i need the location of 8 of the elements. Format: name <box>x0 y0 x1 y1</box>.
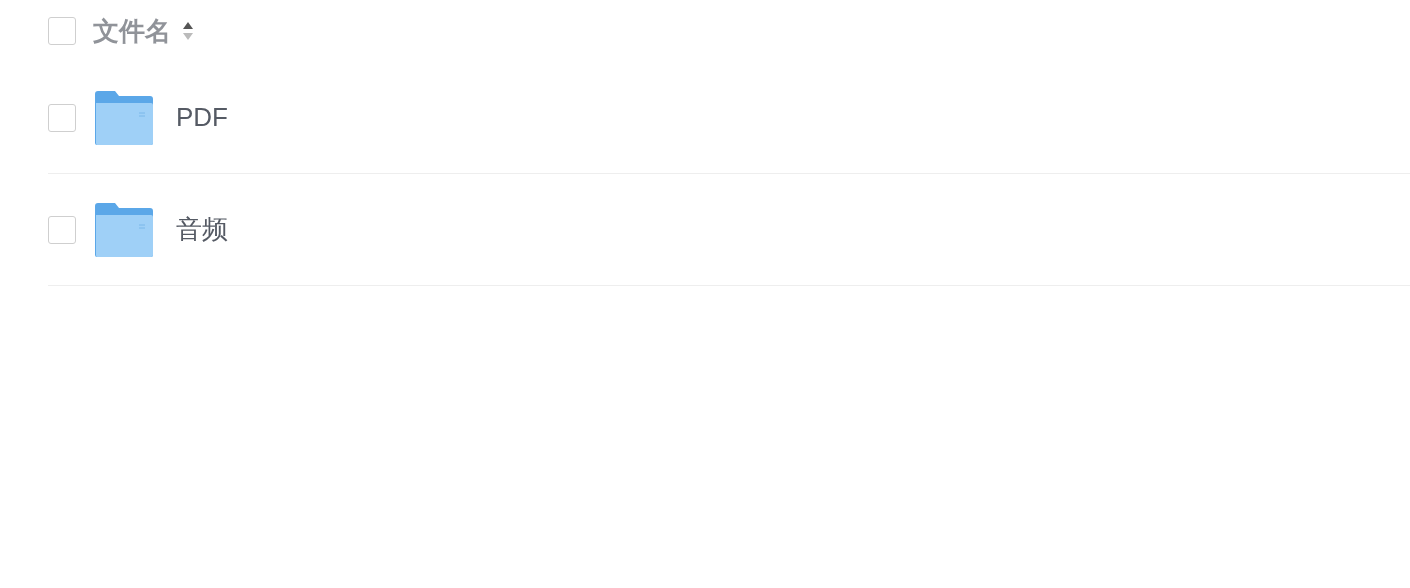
checkbox[interactable] <box>48 103 76 132</box>
folder-icon <box>95 90 153 145</box>
sort-icon[interactable] <box>182 20 194 42</box>
folder-icon <box>95 202 153 257</box>
file-name[interactable]: PDF <box>176 102 228 133</box>
checkbox[interactable] <box>48 215 76 244</box>
checkbox[interactable] <box>48 17 76 45</box>
file-name[interactable]: 音频 <box>176 212 228 247</box>
